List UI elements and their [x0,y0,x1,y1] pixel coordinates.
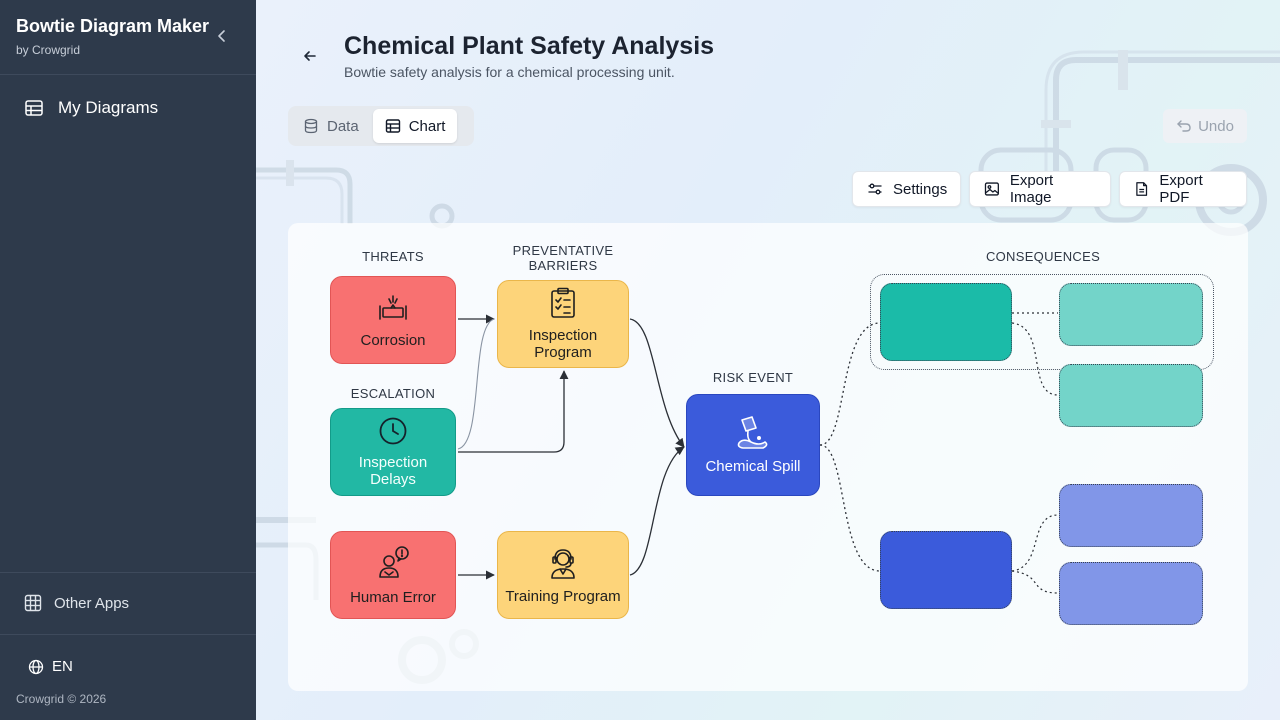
file-icon [1136,182,1148,196]
consequence-node[interactable] [1059,562,1203,625]
sidebar-divider [0,634,256,635]
consequence-node[interactable] [880,283,1012,361]
risk-event-node-chemical-spill[interactable]: Chemical Spill [686,394,820,496]
sidebar-item-label: My Diagrams [58,98,159,117]
barriers-header: PREVENTATIVE BARRIERS [512,243,614,273]
sidebar-divider [0,74,256,75]
language-label: EN [52,658,73,675]
undo-button[interactable]: Undo [1163,109,1247,143]
chevron-left-icon [218,30,225,42]
clipboard-checklist-icon [551,287,575,318]
threat-node-human-error[interactable]: Human Error [330,531,456,619]
threat-node-corrosion[interactable]: Corrosion [330,276,456,364]
tab-label: Chart [408,117,446,135]
link-cons-bottom-a [1011,514,1059,572]
undo-label: Undo [1198,117,1234,135]
other-apps-link[interactable]: Other Apps [24,594,129,612]
link-delays-barrier-curve [457,318,495,450]
barrier-node-training-program[interactable]: Training Program [497,531,629,619]
table-icon [25,100,43,116]
page-subtitle: Bowtie safety analysis for a chemical pr… [344,64,675,80]
threat-label: Corrosion [360,331,426,349]
threat-label: Human Error [350,588,436,606]
sidebar: Bowtie Diagram Maker by Crowgrid My Diag… [0,0,256,720]
clock-icon [379,417,407,445]
escalation-node-inspection-delays[interactable]: Inspection Delays [330,408,456,496]
back-button[interactable] [300,46,320,66]
spill-icon [737,415,768,449]
settings-button[interactable]: Settings [852,171,961,207]
link-training-risk [629,446,685,576]
escalation-header: ESCALATION [350,386,436,401]
app-title: Bowtie Diagram Maker [16,16,210,36]
diagram-canvas[interactable]: THREATS PREVENTATIVE BARRIERS ESCALATION… [288,223,1248,691]
settings-label: Settings [893,180,948,198]
tab-chart[interactable]: Chart [372,109,458,143]
copyright: Crowgrid © 2026 [16,692,107,706]
grid-icon [24,594,42,612]
risk-event-header: RISK EVENT [712,370,794,385]
database-icon [304,118,318,134]
tab-data[interactable]: Data [291,109,371,143]
corroded-pipe-icon [379,294,407,320]
consequence-node[interactable] [1059,484,1203,547]
export-image-button[interactable]: Export Image [969,171,1111,207]
export-pdf-label: Export PDF [1159,172,1203,206]
page-title: Chemical Plant Safety Analysis [344,32,715,60]
arrow-left-icon [304,51,316,61]
table-icon [385,119,400,133]
link-cons-bottom-b [1011,570,1059,594]
barrier-label: Training Program [505,587,621,605]
threats-header: THREATS [362,249,424,264]
export-image-label: Export Image [1009,172,1054,206]
consequences-header: CONSEQUENCES [985,249,1101,264]
collapse-sidebar-button[interactable] [212,26,232,46]
link-risk-cons-bottom [819,444,881,572]
barrier-node-inspection-program[interactable]: Inspection Program [497,280,629,368]
worker-alert-icon [379,545,409,578]
consequence-node[interactable] [1059,364,1203,427]
image-icon [984,182,999,196]
brand: Bowtie Diagram Maker by Crowgrid [16,16,209,57]
escalation-label: Inspection Delays [358,454,428,488]
headset-trainer-icon [551,548,575,579]
sidebar-item-my-diagrams[interactable]: My Diagrams [24,98,158,118]
consequence-node[interactable] [1059,283,1203,346]
risk-event-label: Chemical Spill [705,457,801,475]
tab-label: Data [327,117,359,135]
other-apps-label: Other Apps [54,594,130,612]
sliders-icon [868,183,882,195]
language-switcher[interactable]: EN [28,658,73,675]
consequence-node[interactable] [880,531,1012,609]
globe-icon [28,659,44,674]
view-tabs: Data Chart [288,106,474,146]
export-pdf-button[interactable]: Export PDF [1119,171,1247,207]
main-area: Chemical Plant Safety Analysis Bowtie sa… [256,0,1280,720]
sidebar-divider [0,572,256,573]
barrier-label: Inspection Program [528,327,598,361]
undo-icon [1177,120,1191,132]
link-inspection-risk [629,318,685,448]
app-subtitle: by Crowgrid [16,43,81,57]
